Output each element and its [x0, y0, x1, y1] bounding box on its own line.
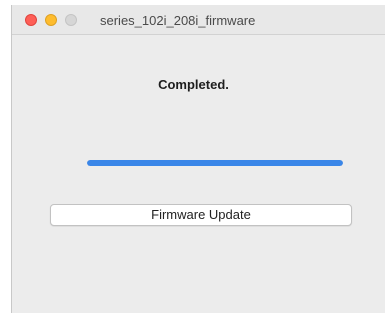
- app-window: series_102i_208i_firmware Completed. Fir…: [11, 5, 385, 313]
- window-title: series_102i_208i_firmware: [100, 13, 256, 28]
- progress-bar: [87, 160, 343, 166]
- title-bar[interactable]: series_102i_208i_firmware: [12, 5, 385, 35]
- progress-bar-fill: [87, 160, 343, 166]
- close-window-button[interactable]: [25, 14, 37, 26]
- firmware-update-button[interactable]: Firmware Update: [50, 204, 352, 226]
- minimize-window-button[interactable]: [45, 14, 57, 26]
- zoom-window-button: [65, 14, 77, 26]
- status-message: Completed.: [158, 77, 229, 92]
